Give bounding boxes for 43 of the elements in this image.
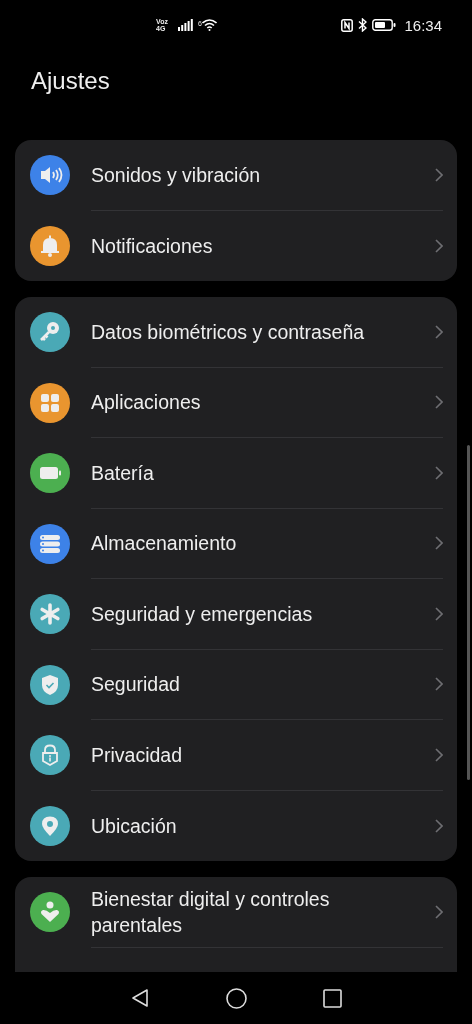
item-label: Sonidos y vibración — [91, 162, 261, 188]
bluetooth-icon — [358, 18, 368, 32]
item-label: Datos biométricos y contraseña — [91, 319, 365, 345]
settings-item[interactable]: Bienestar digital y controles parentales — [30, 877, 443, 948]
settings-item[interactable]: Datos biométricos y contraseña — [30, 297, 443, 368]
chevron-icon — [435, 747, 443, 762]
item-label: Seguridad — [91, 672, 180, 698]
chevron-icon — [435, 167, 443, 182]
settings-item[interactable]: Notificaciones — [30, 210, 443, 281]
back-icon[interactable] — [130, 988, 150, 1008]
settings-item[interactable]: Sonidos y vibración — [30, 140, 443, 211]
settings-item[interactable]: Seguridad — [30, 649, 443, 720]
chevron-icon — [435, 324, 443, 339]
chevron-icon — [435, 677, 443, 692]
chevron-icon — [435, 465, 443, 480]
settings-item[interactable]: Almacenamiento — [30, 508, 443, 579]
battery-icon — [372, 19, 397, 31]
settings-item[interactable]: Ubicación — [30, 790, 443, 861]
page-title: Ajustes — [31, 66, 111, 96]
item-label: Aplicaciones — [91, 390, 201, 416]
chevron-icon — [435, 606, 443, 621]
item-label: Privacidad — [91, 742, 183, 768]
chevron-icon — [435, 395, 443, 410]
home-icon[interactable] — [226, 987, 247, 1009]
signal-icon — [177, 19, 193, 31]
item-label: Batería — [91, 460, 154, 486]
item-label: Almacenamiento — [91, 531, 237, 557]
settings-item[interactable]: Batería — [30, 438, 443, 509]
nfc-icon — [341, 18, 354, 32]
item-label: Ubicación — [91, 813, 177, 839]
settings-item[interactable]: Aplicaciones — [30, 367, 443, 438]
chevron-icon — [435, 238, 443, 253]
item-label: Bienestar digital y controles parentales — [91, 886, 331, 938]
settings-item[interactable]: Seguridad y emergencias — [30, 579, 443, 650]
chevron-icon — [435, 818, 443, 833]
wifi-icon — [201, 19, 217, 31]
recents-icon[interactable] — [323, 988, 342, 1008]
clock-time: 16:34 — [404, 16, 442, 34]
settings-item[interactable]: Privacidad — [30, 720, 443, 791]
item-label: Notificaciones — [91, 233, 213, 259]
chevron-icon — [435, 904, 443, 919]
chevron-icon — [435, 536, 443, 551]
item-label: Seguridad y emergencias — [91, 601, 313, 627]
